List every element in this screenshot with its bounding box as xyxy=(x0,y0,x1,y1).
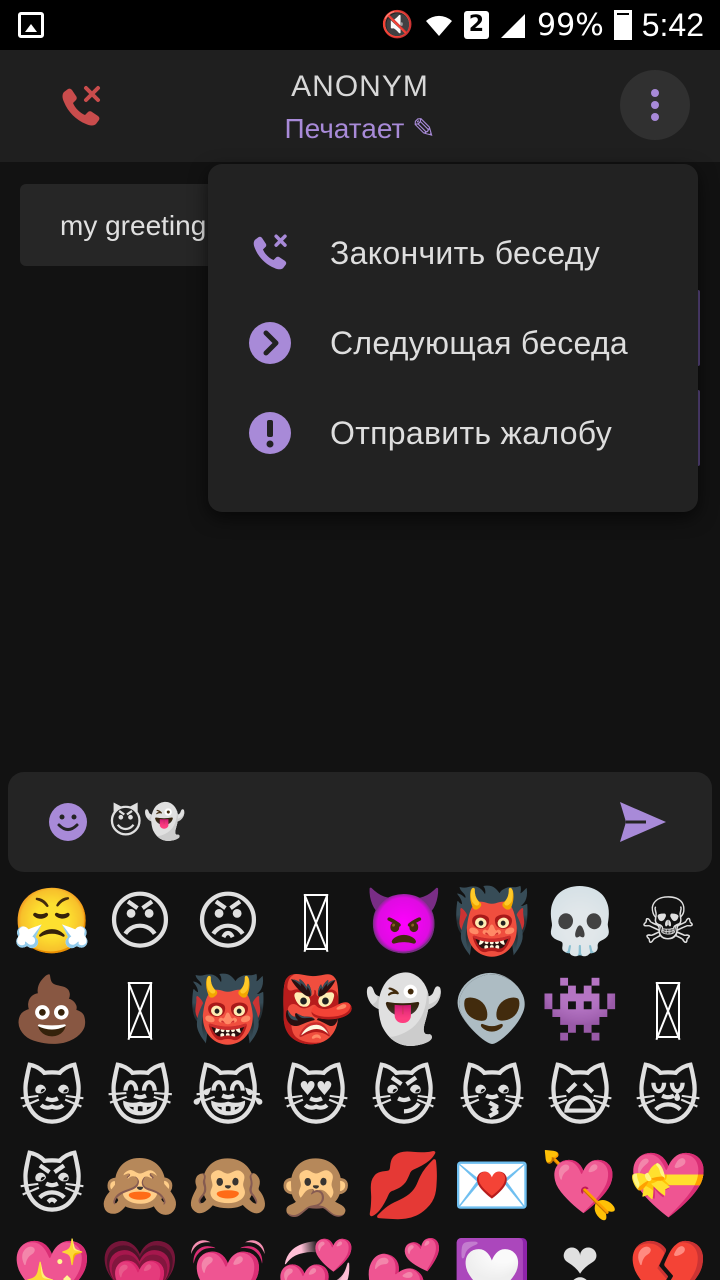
emoji-key[interactable]: 👽 xyxy=(448,966,536,1054)
more-vertical-icon xyxy=(651,89,659,121)
emoji-key[interactable]: 💗 xyxy=(96,1230,184,1280)
emoji-key-missing-glyph[interactable] xyxy=(96,966,184,1054)
emoji-key[interactable]: 🙈 xyxy=(96,1142,184,1230)
emoji-key[interactable]: ❣ xyxy=(536,1230,624,1280)
gallery-notification-icon xyxy=(18,12,44,38)
emoji-key[interactable]: 😡 xyxy=(184,878,272,966)
menu-item-label: Следующая беседа xyxy=(330,324,629,361)
emoji-key[interactable]: 😽 xyxy=(448,1054,536,1142)
next-chevron-icon xyxy=(248,321,292,365)
menu-item-next-chat[interactable]: Следующая беседа xyxy=(208,298,698,388)
emoji-key[interactable]: 🙊 xyxy=(272,1142,360,1230)
emoji-key[interactable]: 💓 xyxy=(184,1230,272,1280)
end-call-icon xyxy=(248,231,292,275)
emoji-key[interactable]: 🙉 xyxy=(184,1142,272,1230)
menu-item-label: Отправить жалобу xyxy=(330,414,613,451)
wifi-icon xyxy=(425,15,452,36)
emoji-key[interactable]: 😠 xyxy=(96,878,184,966)
emoji-key[interactable]: 😼 xyxy=(360,1054,448,1142)
emoji-key[interactable]: 💞 xyxy=(272,1230,360,1280)
emoji-key[interactable]: 😤 xyxy=(8,878,96,966)
emoji-key[interactable]: 👹 xyxy=(184,966,272,1054)
emoji-key[interactable]: 😾 xyxy=(8,1142,96,1230)
status-bar: 🔇 2 99% 5:42 xyxy=(0,0,720,50)
battery-percent: 99% xyxy=(537,7,604,43)
emoji-key[interactable]: 👾 xyxy=(536,966,624,1054)
message-text: my greeting xyxy=(60,210,207,241)
chat-header: ANONYM Печатает ✎ xyxy=(0,50,720,162)
emoji-toggle-icon[interactable] xyxy=(48,802,88,842)
overflow-menu-button[interactable] xyxy=(620,70,690,140)
emoji-key-missing-glyph[interactable] xyxy=(272,878,360,966)
emoji-key[interactable]: 💕 xyxy=(360,1230,448,1280)
emoji-key[interactable]: 👿 xyxy=(360,878,448,966)
battery-icon xyxy=(613,10,632,40)
menu-item-label: Закончить беседу xyxy=(330,234,601,271)
emoji-key[interactable]: 💋 xyxy=(360,1142,448,1230)
status-icons: 🔇 2 99% 5:42 xyxy=(381,0,704,50)
emoji-key[interactable]: 💖 xyxy=(8,1230,96,1280)
message-input[interactable]: 😈👻 xyxy=(108,800,186,844)
emoji-key[interactable]: 🙀 xyxy=(536,1054,624,1142)
emoji-key[interactable]: 💘 xyxy=(536,1142,624,1230)
clock: 5:42 xyxy=(641,6,704,43)
emoji-key[interactable]: ☠ xyxy=(624,878,712,966)
emoji-key[interactable]: 😿 xyxy=(624,1054,712,1142)
signal-icon xyxy=(501,14,526,38)
emoji-key[interactable]: 💟 xyxy=(448,1230,536,1280)
emoji-key[interactable]: 🐱 xyxy=(8,1054,96,1142)
emoji-key[interactable]: 💝 xyxy=(624,1142,712,1230)
emoji-key[interactable]: 😻 xyxy=(272,1054,360,1142)
typing-status: Печатает ✎ xyxy=(284,113,436,144)
emoji-key[interactable]: 💩 xyxy=(8,966,96,1054)
message-composer: 😈👻 xyxy=(8,772,712,872)
send-icon[interactable] xyxy=(618,800,668,844)
mute-icon: 🔇 xyxy=(381,10,414,40)
emoji-key[interactable]: 👺 xyxy=(272,966,360,1054)
alert-icon xyxy=(248,411,292,455)
emoji-key[interactable]: 😸 xyxy=(96,1054,184,1142)
emoji-key-missing-glyph[interactable] xyxy=(624,966,712,1054)
menu-item-end-chat[interactable]: Закончить беседу xyxy=(208,208,698,298)
emoji-key[interactable]: 👹 xyxy=(448,878,536,966)
menu-item-report[interactable]: Отправить жалобу xyxy=(208,388,698,478)
emoji-key[interactable]: 💌 xyxy=(448,1142,536,1230)
emoji-key[interactable]: 💔 xyxy=(624,1230,712,1280)
overflow-menu: Закончить беседу Следующая беседа Отправ… xyxy=(208,164,698,512)
emoji-key[interactable]: 💀 xyxy=(536,878,624,966)
sim-badge: 2 xyxy=(463,11,490,39)
emoji-key[interactable]: 😹 xyxy=(184,1054,272,1142)
emoji-keyboard: 😤 😠 😡 👿 👹 💀 ☠ 💩 👹 👺 👻 👽 👾 🐱 😸 😹 😻 😼 😽 🙀 😿 😾 🙈 🙉 🙊 💋 💌 💘 💝 💖 💗 💓 💞 💕 💟 ❣ 💔 xyxy=(0,874,720,1280)
chat-title: ANONYM xyxy=(291,70,429,103)
emoji-key[interactable]: 👻 xyxy=(360,966,448,1054)
